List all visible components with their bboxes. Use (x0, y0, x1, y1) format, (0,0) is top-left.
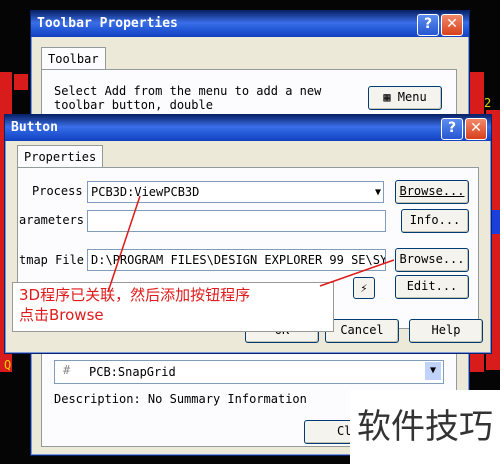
watermark: 软件技巧 (350, 390, 500, 464)
